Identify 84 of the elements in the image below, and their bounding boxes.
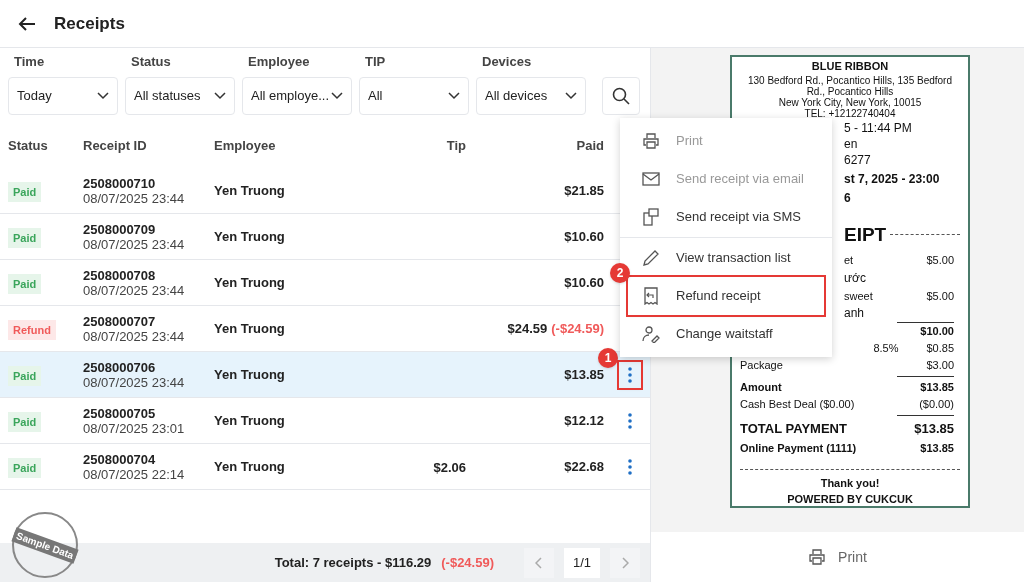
receipt-text: Online Payment (1111) xyxy=(740,441,857,456)
receipt-text: POWERED BY CUKCUK xyxy=(786,492,914,507)
receipt-text: Amount xyxy=(740,379,782,395)
receipt-text: 6277 xyxy=(844,152,871,167)
column-header: Status xyxy=(7,136,49,155)
receipt-text: Package xyxy=(740,358,783,373)
status-tag: Paid xyxy=(8,273,42,294)
receipt-amount: $13.85 xyxy=(920,441,954,456)
status-tag: Paid xyxy=(8,411,42,432)
receipt-amount: ($0.00) xyxy=(919,397,954,412)
receipt-id: 2508000708 xyxy=(83,267,157,283)
paid-amount: $24.59 xyxy=(507,319,548,338)
status-tag: Paid xyxy=(8,227,42,248)
employee-name: Yen Truong xyxy=(214,273,286,292)
receipt-amount: $13.85 xyxy=(914,419,954,438)
column-header: Receipt ID xyxy=(83,136,148,155)
tip-amount: $2.06 xyxy=(433,459,466,475)
filter-label: TIP xyxy=(364,52,387,71)
receipt-amount: $0.85 xyxy=(926,340,954,356)
receipt-id: 2508000707 xyxy=(83,313,157,329)
receipt-time: 08/07/2025 22:14 xyxy=(83,466,186,482)
store-info: 130 Bedford Rd., Pocantico Hills, 135 Bedford Rd., Pocantico Hills xyxy=(747,74,953,97)
paid-amount: $21.85 xyxy=(564,181,604,200)
receipt-amount: $3.00 xyxy=(926,358,954,373)
receipt-text: st 7, 2025 - 23:00 xyxy=(844,171,940,186)
refund-total: (-$24.59) xyxy=(441,553,494,572)
employee-name: Yen Truong xyxy=(214,411,286,430)
status-tag: Refund xyxy=(8,319,56,340)
receipt-text: TOTAL PAYMENT xyxy=(740,419,847,438)
receipt-text: ước xyxy=(844,270,866,285)
filter-label: Employee xyxy=(247,52,311,71)
receipt-time: 08/07/2025 23:44 xyxy=(83,374,186,390)
receipt-amount: $13.85 xyxy=(920,379,954,395)
callout-badge: 1 xyxy=(598,348,618,368)
receipt-id: 2508000705 xyxy=(83,405,157,421)
employee-name: Yen Truong xyxy=(214,457,286,476)
receipt-time: 08/07/2025 23:44 xyxy=(83,328,186,344)
receipt-amount: $5.00 xyxy=(926,288,954,304)
receipt-id: 2508000709 xyxy=(83,221,157,237)
filter-label: Time xyxy=(13,52,46,71)
paid-amount: $10.60 xyxy=(564,273,604,292)
refund-amount: (-$24.59) xyxy=(551,319,604,338)
receipt-text: 8.5% xyxy=(873,340,899,356)
receipt-text: sweet xyxy=(844,288,873,304)
employee-name: Yen Truong xyxy=(214,181,286,200)
receipt-time: 08/07/2025 23:44 xyxy=(83,190,186,206)
receipt-id: 2508000704 xyxy=(83,451,157,467)
paid-amount: $12.12 xyxy=(564,411,604,430)
column-header: Tip xyxy=(445,136,466,155)
page-title: Receipts xyxy=(54,12,125,35)
receipt-text: Thank you! xyxy=(819,475,881,491)
paid-amount: $10.60 xyxy=(564,227,604,246)
receipt-text: 6 xyxy=(844,190,851,205)
receipt-text: Cash Best Deal ($0.00) xyxy=(740,397,855,412)
column-header: Paid xyxy=(575,136,604,155)
receipt-time: 08/07/2025 23:44 xyxy=(83,236,186,252)
page-indicator: 1/1 xyxy=(564,547,600,578)
status-tag: Paid xyxy=(8,365,42,386)
receipt-id: 2508000710 xyxy=(83,175,157,191)
receipt-text: anh xyxy=(844,306,865,320)
paid-amount: $22.68 xyxy=(564,457,604,476)
paid-amount: $13.85 xyxy=(564,365,604,384)
receipt-text: 5 - 11:44 PM xyxy=(844,120,912,135)
receipt-amount: $5.00 xyxy=(926,253,954,268)
store-info: New York City, New York, 10015 xyxy=(777,96,923,108)
receipt-heading: EIPT xyxy=(844,222,887,247)
employee-name: Yen Truong xyxy=(214,319,286,338)
receipt-id: 2508000706 xyxy=(83,359,157,375)
column-header: Employee xyxy=(214,136,277,155)
status-tag: Paid xyxy=(8,457,42,478)
receipt-time: 08/07/2025 23:01 xyxy=(83,420,186,436)
store-name: BLUE RIBBON xyxy=(810,59,890,74)
employee-name: Yen Truong xyxy=(214,227,286,246)
status-tag: Paid xyxy=(8,181,42,202)
employee-name: Yen Truong xyxy=(214,365,286,384)
receipt-time: 08/07/2025 23:44 xyxy=(83,282,186,298)
filter-label: Devices xyxy=(481,52,533,71)
receipt-text: en xyxy=(844,136,858,151)
store-info: TEL: +12122740404 xyxy=(803,107,897,119)
receipts-total: Total: 7 receipts - $116.29 xyxy=(274,553,432,572)
receipt-amount: $10.00 xyxy=(920,324,954,339)
filter-label: Status xyxy=(130,52,172,71)
receipt-text: et xyxy=(844,253,854,268)
callout-badge: 2 xyxy=(610,263,630,283)
